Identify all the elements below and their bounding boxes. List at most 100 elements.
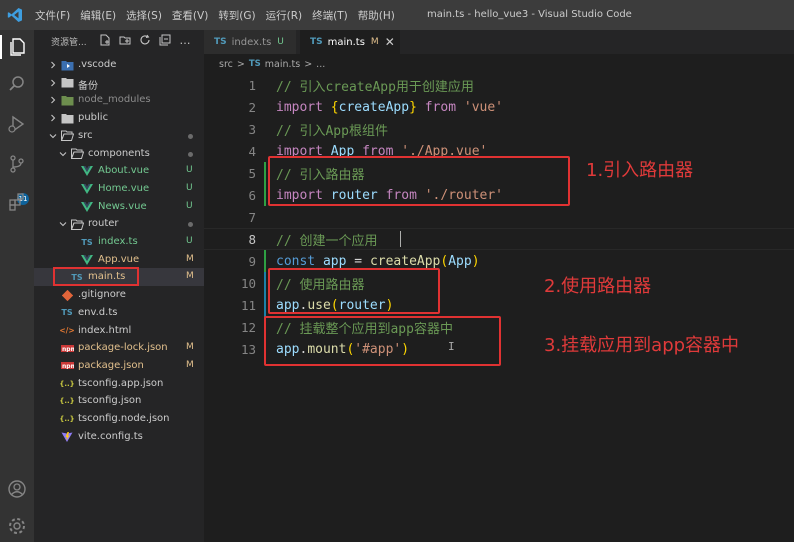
tab-status: U	[277, 37, 284, 47]
breadcrumb-symbol[interactable]: ...	[316, 59, 325, 70]
chevron-right-icon[interactable]	[48, 91, 58, 109]
tree-item-label: src	[78, 129, 93, 141]
tree-item-label: router	[88, 218, 119, 230]
source-control-icon[interactable]	[5, 152, 29, 176]
code-line: 7	[204, 206, 794, 228]
chevron-down-icon[interactable]	[58, 215, 68, 233]
git-status-badge: U	[186, 200, 193, 211]
tree-item-label: components	[88, 147, 150, 159]
code-text: // 创建一个应用	[276, 233, 378, 249]
chevron-right-icon[interactable]	[48, 109, 58, 127]
tree-item-components[interactable]: components	[34, 145, 204, 163]
tree-item-tsconfig-app-json[interactable]: {..} tsconfig.app.json	[34, 375, 204, 393]
menu-view[interactable]: 查看(V)	[167, 8, 213, 23]
tree-item-[interactable]: 备份	[34, 74, 204, 92]
menu-edit[interactable]: 编辑(E)	[75, 8, 121, 23]
chevron-right-icon[interactable]	[48, 56, 58, 74]
refresh-icon[interactable]	[138, 33, 152, 47]
menu-terminal[interactable]: 终端(T)	[307, 8, 353, 23]
tab-main-ts[interactable]: TS main.ts M ✕	[300, 30, 400, 54]
code-line-current: 8 // 创建一个应用	[204, 228, 794, 250]
tree-item-router[interactable]: router	[34, 215, 204, 233]
vue-icon	[80, 198, 94, 216]
tree-item-tsconfig-json[interactable]: {..} tsconfig.json	[34, 392, 204, 410]
highlight-box-router-import	[268, 156, 570, 206]
breadcrumb-separator: >	[236, 58, 245, 70]
new-file-icon[interactable]	[98, 33, 112, 47]
breadcrumb: src > TS main.ts > ...	[204, 54, 794, 74]
extensions-icon[interactable]	[5, 190, 29, 214]
explorer-title: 资源管...	[51, 38, 87, 48]
tree-item-vscode[interactable]: .vscode	[34, 56, 204, 74]
tree-item-label: 备份	[78, 80, 98, 92]
text-cursor	[400, 231, 401, 247]
explorer-icon[interactable]	[0, 35, 34, 59]
modified-dot-icon	[188, 151, 193, 157]
line-number: 9	[248, 253, 256, 269]
tab-status: M	[370, 37, 379, 47]
tree-item-node-modules[interactable]: node_modules	[34, 91, 204, 109]
breadcrumb-folder[interactable]: src	[219, 59, 233, 70]
more-actions-icon[interactable]: …	[178, 33, 192, 47]
tree-item-label: vite.config.ts	[78, 430, 143, 442]
line-number: 3	[248, 121, 256, 137]
tree-item-news-vue[interactable]: News.vue U	[34, 198, 204, 216]
tree-item-app-vue[interactable]: App.vue M	[34, 251, 204, 269]
menu-file[interactable]: 文件(F)	[30, 8, 75, 23]
line-number: 11	[240, 297, 256, 313]
tree-item-gitignore[interactable]: .gitignore	[34, 286, 204, 304]
tree-item-label: App.vue	[98, 253, 140, 265]
search-icon[interactable]	[5, 72, 29, 96]
annotation-step-1: 1.引入路由器	[586, 160, 694, 181]
breadcrumb-file[interactable]: main.ts	[265, 59, 300, 70]
line-number: 12	[240, 319, 256, 335]
vite-icon	[60, 428, 74, 446]
tree-item-label: env.d.ts	[78, 306, 118, 318]
line-number: 8	[248, 231, 256, 247]
run-debug-icon[interactable]	[5, 112, 29, 136]
tree-item-home-vue[interactable]: Home.vue U	[34, 180, 204, 198]
code-editor[interactable]: 1 // 引入createApp用于创建应用 2 import {createA…	[204, 74, 794, 542]
annotation-step-3: 3.挂载应用到app容器中	[544, 335, 740, 356]
collapse-all-icon[interactable]	[158, 33, 172, 47]
tree-item-label: tsconfig.app.json	[78, 377, 164, 389]
close-icon[interactable]: ✕	[385, 35, 395, 49]
activity-bar: 11	[0, 30, 34, 542]
tree-item-about-vue[interactable]: About.vue U	[34, 162, 204, 180]
tab-index-ts[interactable]: TS index.ts U	[204, 30, 296, 54]
chevron-down-icon[interactable]	[48, 127, 58, 145]
code-text: // 引入createApp用于创建应用	[276, 79, 474, 95]
line-number: 5	[248, 165, 256, 181]
menu-selection[interactable]: 选择(S)	[121, 8, 167, 23]
chevron-right-icon[interactable]	[48, 74, 58, 92]
tree-item-package-json[interactable]: npm package.json M	[34, 357, 204, 375]
menu-go[interactable]: 转到(G)	[213, 8, 260, 23]
tree-item-public[interactable]: public	[34, 109, 204, 127]
tree-item-vite-config-ts[interactable]: vite.config.ts	[34, 428, 204, 446]
tree-item-package-lock-json[interactable]: npm package-lock.json M	[34, 339, 204, 357]
tree-item-src[interactable]: src	[34, 127, 204, 145]
vscode-logo-icon	[0, 0, 30, 30]
settings-gear-icon[interactable]	[5, 514, 29, 538]
window-title: main.ts - hello_vue3 - Visual Studio Cod…	[427, 9, 632, 20]
ts-icon: TS	[248, 59, 261, 69]
npm-icon: npm	[60, 357, 74, 375]
highlight-box-use-router	[268, 268, 440, 314]
tree-item-env-d-ts[interactable]: TS env.d.ts	[34, 304, 204, 322]
menu-run[interactable]: 运行(R)	[261, 8, 308, 23]
html-icon: </>	[59, 326, 75, 335]
tree-item-index-html[interactable]: </> index.html	[34, 322, 204, 340]
tree-item-tsconfig-node-json[interactable]: {..} tsconfig.node.json	[34, 410, 204, 428]
explorer-header: 资源管... …	[34, 30, 204, 52]
line-number: 7	[248, 209, 256, 225]
account-icon[interactable]	[5, 477, 29, 501]
title-bar: 文件(F) 编辑(E) 选择(S) 查看(V) 转到(G) 运行(R) 终端(T…	[0, 0, 794, 30]
ts-icon: TS	[61, 308, 73, 318]
tree-item-index-ts[interactable]: TS index.ts U	[34, 233, 204, 251]
menu-help[interactable]: 帮助(H)	[353, 8, 400, 23]
chevron-down-icon[interactable]	[58, 145, 68, 163]
tree-item-label: About.vue	[98, 165, 150, 177]
git-status-badge: U	[186, 182, 193, 193]
new-folder-icon[interactable]	[118, 33, 132, 47]
line-number: 6	[248, 187, 256, 203]
